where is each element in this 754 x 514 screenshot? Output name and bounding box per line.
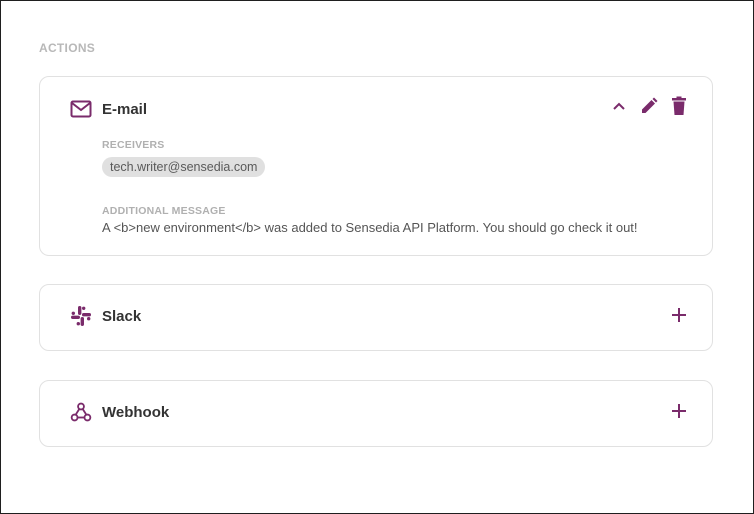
- delete-icon[interactable]: [668, 95, 690, 117]
- slack-card-header: Slack: [70, 305, 141, 327]
- email-card-header: E-mail: [70, 98, 147, 120]
- receiver-chip: tech.writer@sensedia.com: [102, 157, 266, 177]
- additional-message-label: ADDITIONAL MESSAGE: [102, 205, 226, 217]
- email-action-card: E-mail RECEIVERS tech.writer@sensedia.co…: [39, 76, 713, 256]
- receivers-label: RECEIVERS: [102, 139, 165, 151]
- add-webhook-plus-icon[interactable]: [668, 400, 690, 422]
- webhook-card-title: Webhook: [102, 403, 170, 421]
- actions-panel: ACTIONS E-mail RECEIVERS tech.writer@sen…: [0, 0, 754, 514]
- webhook-card-header: Webhook: [70, 401, 169, 423]
- slack-icon: [70, 305, 92, 327]
- mail-icon: [70, 98, 92, 120]
- email-card-actions: [608, 95, 690, 117]
- webhook-action-card: Webhook: [39, 380, 713, 447]
- edit-icon[interactable]: [638, 95, 660, 117]
- webhook-icon: [70, 401, 92, 423]
- section-title: ACTIONS: [39, 41, 96, 55]
- email-card-title: E-mail: [102, 100, 148, 118]
- slack-card-title: Slack: [102, 307, 142, 325]
- add-slack-plus-icon[interactable]: [668, 304, 690, 326]
- additional-message: A <b>new environment</b> was added to Se…: [102, 220, 638, 235]
- collapse-icon[interactable]: [608, 95, 630, 117]
- slack-action-card: Slack: [39, 284, 713, 351]
